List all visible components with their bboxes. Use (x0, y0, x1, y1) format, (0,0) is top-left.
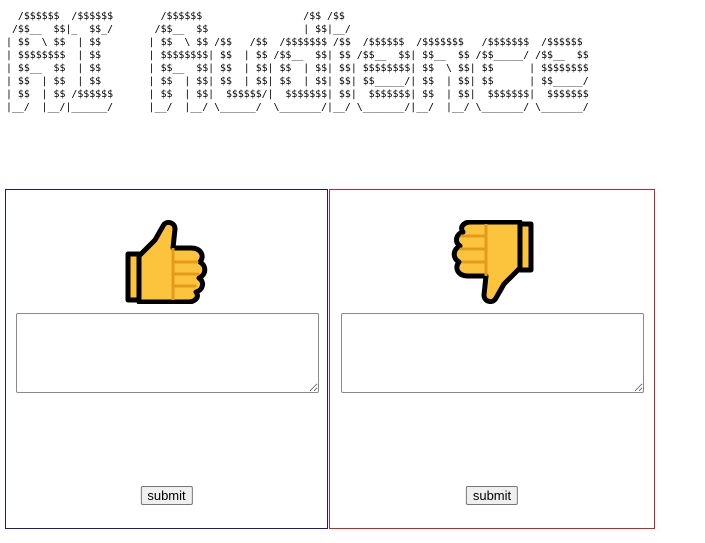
like-submit-button[interactable]: submit (140, 486, 193, 505)
like-feedback-textarea[interactable] (16, 313, 319, 393)
thumbs-up-icon (125, 220, 207, 304)
thumbs-down-icon (451, 220, 534, 304)
like-feedback-panel: submit (5, 189, 328, 529)
dislike-feedback-panel: submit (329, 189, 655, 529)
ai-audience-ascii-banner: /$$$$$$ /$$$$$$ /$$$$$$ /$$ /$$ /$$__ $$… (6, 11, 589, 113)
dislike-submit-button[interactable]: submit (465, 486, 519, 505)
dislike-feedback-textarea[interactable] (341, 313, 644, 393)
